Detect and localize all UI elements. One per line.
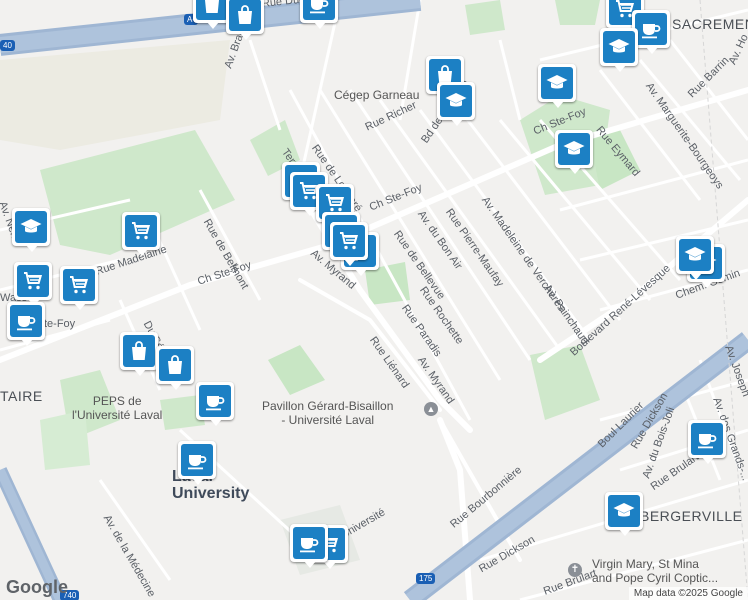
google-logo: Google [6,577,68,597]
school-marker[interactable] [12,208,50,252]
shopping-bag-marker[interactable] [120,332,158,376]
cart-icon [333,225,365,257]
cafe-marker[interactable] [688,420,726,464]
shopping-bag-icon [123,335,155,367]
highway-shield-icon: 40 [0,40,15,51]
school-icon [440,85,472,117]
cafe-icon [10,305,42,337]
place-label-peps: PEPS de l'Université Laval [72,394,163,422]
cart-icon [125,215,157,247]
cafe-marker[interactable] [300,0,338,29]
school-icon [15,211,47,243]
place-label-church: Virgin Mary, St Mina and Pope Cyril Copt… [592,557,719,585]
cart-marker[interactable] [122,212,160,256]
district-label: TAIRE [0,388,43,404]
cart-marker[interactable] [14,262,52,306]
cafe-icon [691,423,723,455]
school-icon [679,239,711,271]
school-marker[interactable] [676,236,714,280]
place-label-pavillon: Pavillon Gérard-Bisaillon - Université L… [262,399,394,427]
cafe-icon [181,444,213,476]
street-label: te-Foy [44,318,76,330]
cart-marker[interactable] [60,266,98,310]
school-marker[interactable] [538,64,576,108]
shopping-bag-icon [196,0,228,20]
shopping-bag-marker[interactable] [226,0,264,40]
cafe-icon [303,0,335,20]
shopping-bag-icon [229,0,261,31]
cafe-marker[interactable] [178,441,216,485]
cart-icon [63,269,95,301]
map-viewport[interactable]: Av. Branly Terr. Louis Rue de Longpré Ru… [0,0,748,600]
school-icon [541,67,573,99]
cafe-marker[interactable] [7,302,45,346]
cart-icon [17,265,49,297]
school-marker[interactable] [555,130,593,174]
cafe-marker[interactable] [196,382,234,426]
school-marker[interactable] [605,492,643,536]
district-label: BERGERVILLE [640,508,743,524]
district-label: SACREMENT [672,16,748,32]
university-dot-icon[interactable]: ▲ [424,402,438,416]
school-icon [603,31,635,63]
highway-shield-icon: 175 [416,573,436,584]
cafe-icon [635,13,667,45]
map-attribution: Map data ©2025 Google [628,587,748,600]
school-marker[interactable] [437,82,475,126]
school-marker[interactable] [600,28,638,72]
cafe-icon [293,527,325,559]
school-icon [608,495,640,527]
cart-marker[interactable] [330,222,368,266]
church-dot-icon[interactable]: ✝ [568,563,582,577]
shopping-bag-icon [159,349,191,381]
school-icon [558,133,590,165]
cafe-marker[interactable] [290,524,328,568]
place-label-cegep-garneau: Cégep Garneau [334,88,420,102]
cafe-icon [199,385,231,417]
shopping-bag-marker[interactable] [156,346,194,390]
